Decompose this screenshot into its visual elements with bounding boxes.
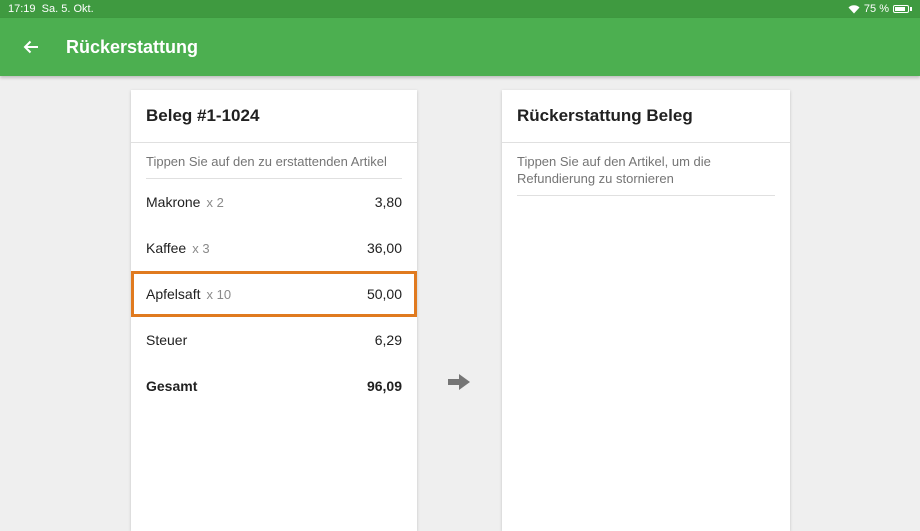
receipt-title: Beleg #1-1024 [131,90,417,143]
status-time: 17:19 [8,3,36,15]
status-right: 75 % [848,3,912,15]
page-title: Rückerstattung [66,36,199,57]
receipt-card: Beleg #1-1024 Tippen Sie auf den zu erst… [131,90,417,531]
receipt-item-apfelsaft[interactable]: Apfelsaft x 10 50,00 [131,271,417,317]
refund-title: Rückerstattung Beleg [502,90,790,143]
status-date: Sa. 5. Okt. [41,3,94,15]
total-amount: 96,09 [366,378,402,394]
app-bar: Rückerstattung [0,18,920,76]
item-name: Apfelsaft [146,286,201,302]
tax-label: Steuer [146,332,188,348]
back-button[interactable] [0,18,66,76]
item-qty: x 2 [206,195,224,210]
battery-icon [893,5,909,13]
tax-row: Steuer 6,29 [131,317,417,363]
arrow-left-icon [23,40,38,54]
item-amount: 3,80 [374,194,402,210]
receipt-item-makrone[interactable]: Makrone x 2 3,80 [131,179,417,225]
total-label: Gesamt [146,378,198,394]
receipt-hint: Tippen Sie auf den zu erstattenden Artik… [146,143,402,179]
status-bar: 17:19 Sa. 5. Okt. 75 % [0,0,920,18]
battery-percent: 75 % [863,3,889,15]
item-amount: 36,00 [366,240,402,256]
refund-hint: Tippen Sie auf den Artikel, um die Refun… [517,143,775,196]
total-row: Gesamt 96,09 [131,363,417,409]
arrow-right-icon [448,374,470,390]
wifi-icon [848,5,860,14]
item-name: Kaffee [146,240,187,256]
item-qty: x 10 [206,287,232,302]
status-left: 17:19 Sa. 5. Okt. [8,3,94,15]
item-amount: 50,00 [366,286,402,302]
item-qty: x 3 [192,241,210,256]
item-name: Makrone [146,194,201,210]
receipt-item-kaffee[interactable]: Kaffee x 3 36,00 [131,225,417,271]
refund-card: Rückerstattung Beleg Tippen Sie auf den … [502,90,790,531]
tax-amount: 6,29 [374,332,402,348]
